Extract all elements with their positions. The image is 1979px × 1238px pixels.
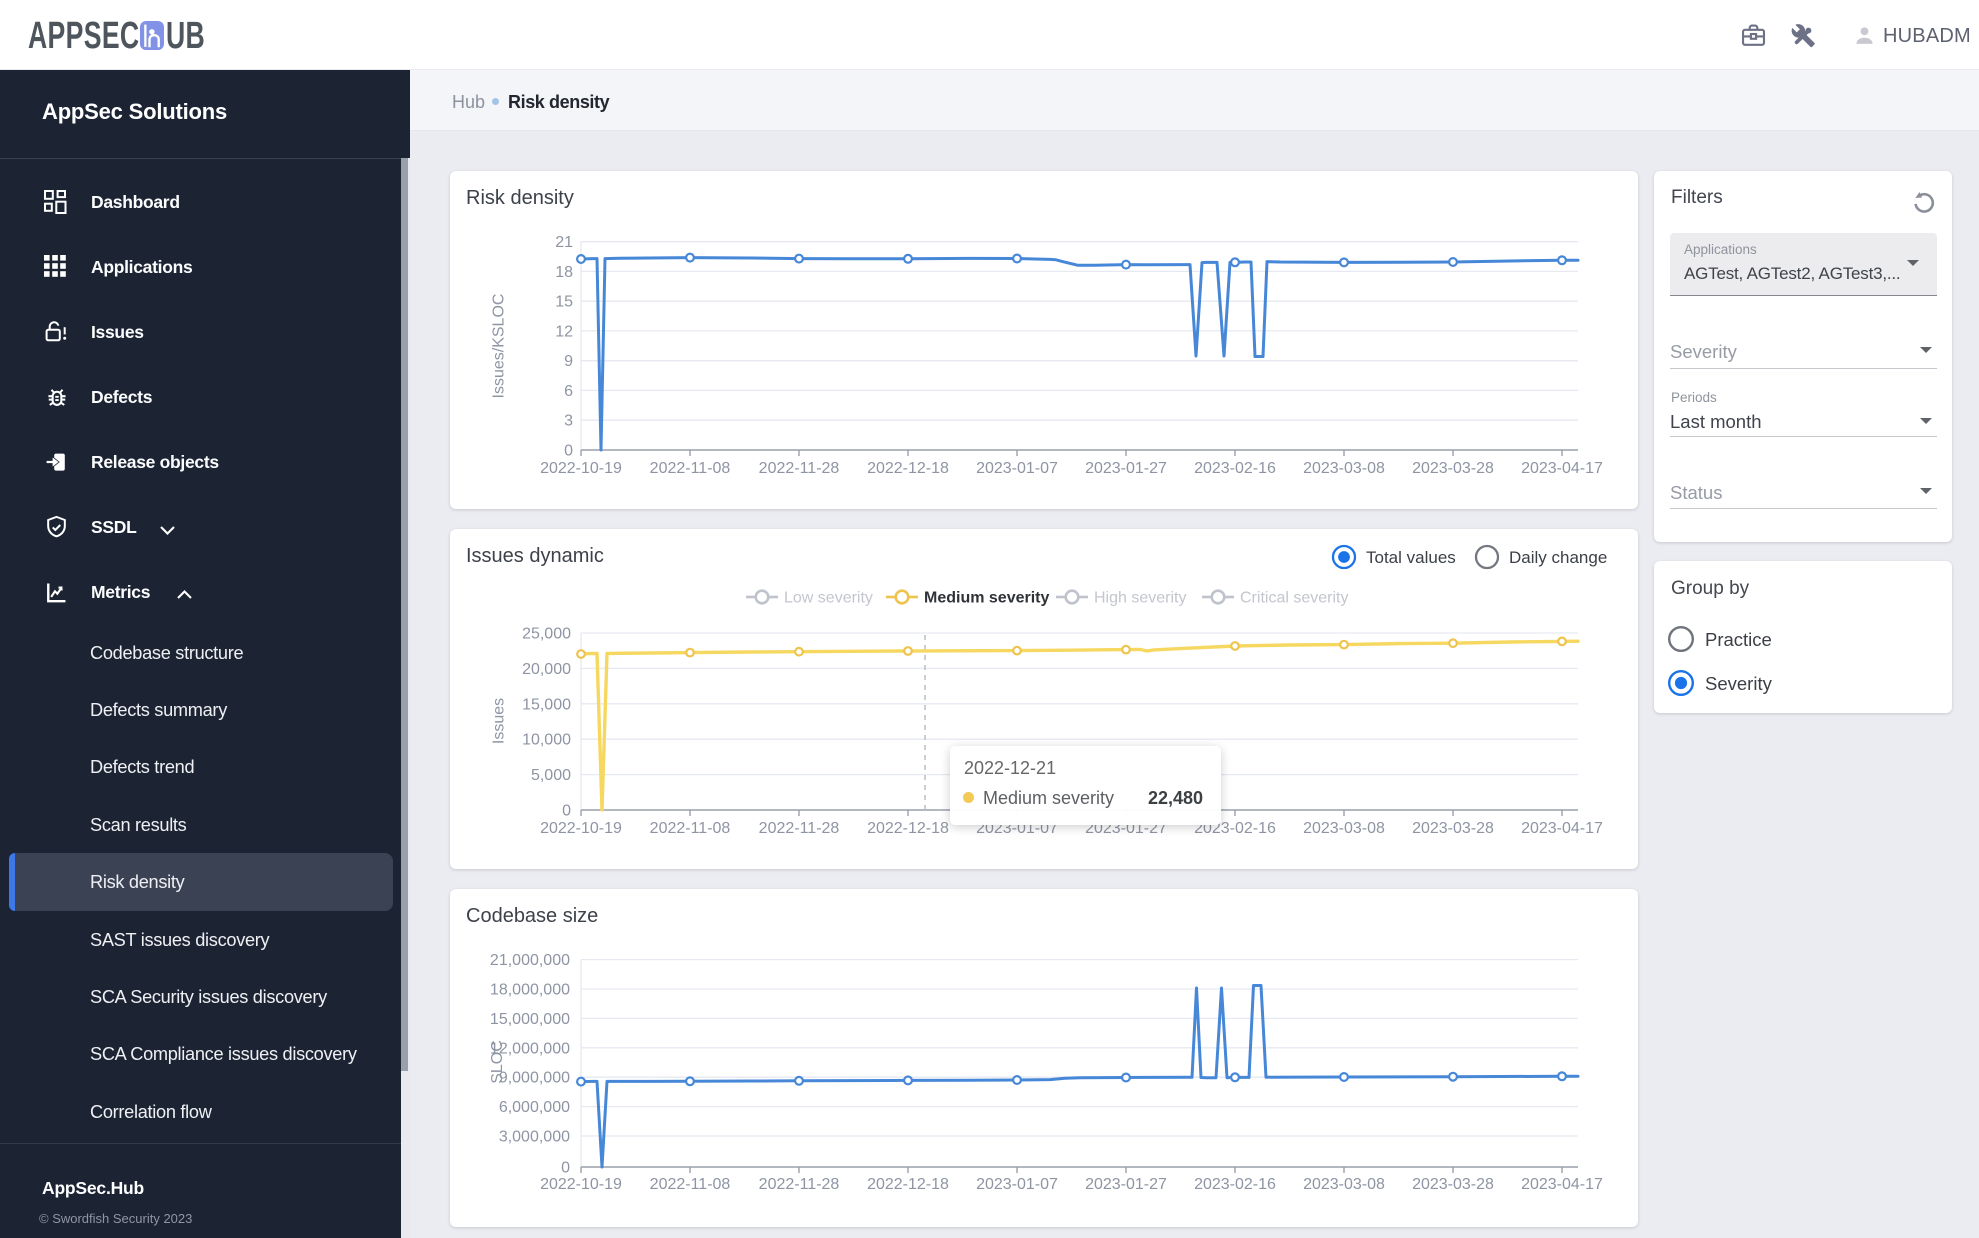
svg-text:0: 0 (561, 1160, 570, 1177)
svg-text:9: 9 (564, 353, 573, 370)
svg-text:2022-11-28: 2022-11-28 (759, 820, 840, 837)
svg-text:2022-12-18: 2022-12-18 (867, 1176, 949, 1193)
svg-text:12: 12 (555, 323, 573, 340)
svg-text:2022-10-19: 2022-10-19 (540, 460, 622, 477)
svg-text:Issues: Issues (491, 698, 508, 744)
svg-text:6,000,000: 6,000,000 (499, 1099, 570, 1116)
svg-text:6: 6 (564, 383, 573, 400)
svg-text:2023-03-28: 2023-03-28 (1412, 820, 1494, 837)
svg-text:2023-03-28: 2023-03-28 (1412, 460, 1494, 477)
svg-text:2022-11-08: 2022-11-08 (650, 460, 731, 477)
svg-text:2023-03-08: 2023-03-08 (1303, 820, 1385, 837)
svg-text:10,000: 10,000 (522, 732, 571, 749)
svg-text:3,000,000: 3,000,000 (499, 1129, 570, 1146)
svg-text:2023-01-27: 2023-01-27 (1085, 1176, 1167, 1193)
svg-text:2023-04-17: 2023-04-17 (1521, 1176, 1603, 1193)
svg-text:2023-03-28: 2023-03-28 (1412, 1176, 1494, 1193)
svg-text:0: 0 (562, 803, 571, 820)
svg-text:18,000,000: 18,000,000 (490, 982, 570, 999)
svg-text:2023-01-07: 2023-01-07 (976, 1176, 1058, 1193)
svg-text:2022-10-19: 2022-10-19 (540, 1176, 622, 1193)
svg-text:SLOC: SLOC (489, 1040, 506, 1084)
svg-text:9,000,000: 9,000,000 (499, 1070, 570, 1087)
svg-text:25,000: 25,000 (522, 626, 571, 643)
svg-text:2022-10-19: 2022-10-19 (540, 820, 622, 837)
svg-text:21: 21 (555, 234, 573, 251)
svg-text:15: 15 (555, 294, 573, 311)
svg-text:18: 18 (555, 264, 573, 281)
svg-text:2023-04-17: 2023-04-17 (1521, 820, 1603, 837)
svg-text:21,000,000: 21,000,000 (490, 952, 570, 969)
svg-text:2023-01-07: 2023-01-07 (976, 460, 1058, 477)
svg-text:Medium severity: Medium severity (924, 590, 1049, 607)
svg-text:Low severity: Low severity (784, 590, 873, 607)
svg-text:2023-01-27: 2023-01-27 (1085, 460, 1167, 477)
svg-text:2022-11-08: 2022-11-08 (650, 1176, 731, 1193)
svg-text:2022-11-08: 2022-11-08 (650, 820, 731, 837)
svg-text:0: 0 (564, 443, 573, 460)
svg-text:2023-03-08: 2023-03-08 (1303, 460, 1385, 477)
svg-text:2023-02-16: 2023-02-16 (1194, 460, 1276, 477)
svg-text:2022-11-28: 2022-11-28 (759, 460, 840, 477)
svg-text:15,000,000: 15,000,000 (490, 1011, 570, 1028)
svg-text:High severity: High severity (1094, 590, 1186, 607)
svg-text:15,000: 15,000 (522, 696, 571, 713)
svg-text:2022-12-18: 2022-12-18 (867, 460, 949, 477)
svg-text:2022-11-28: 2022-11-28 (759, 1176, 840, 1193)
svg-text:Critical severity: Critical severity (1240, 590, 1348, 607)
svg-text:2023-04-17: 2023-04-17 (1521, 460, 1603, 477)
svg-text:3: 3 (564, 413, 573, 430)
svg-text:2022-12-18: 2022-12-18 (867, 820, 949, 837)
svg-text:2023-02-16: 2023-02-16 (1194, 1176, 1276, 1193)
svg-text:2023-03-08: 2023-03-08 (1303, 1176, 1385, 1193)
svg-text:Issues/KSLOC: Issues/KSLOC (491, 294, 508, 399)
svg-text:5,000: 5,000 (531, 767, 571, 784)
svg-text:20,000: 20,000 (522, 661, 571, 678)
